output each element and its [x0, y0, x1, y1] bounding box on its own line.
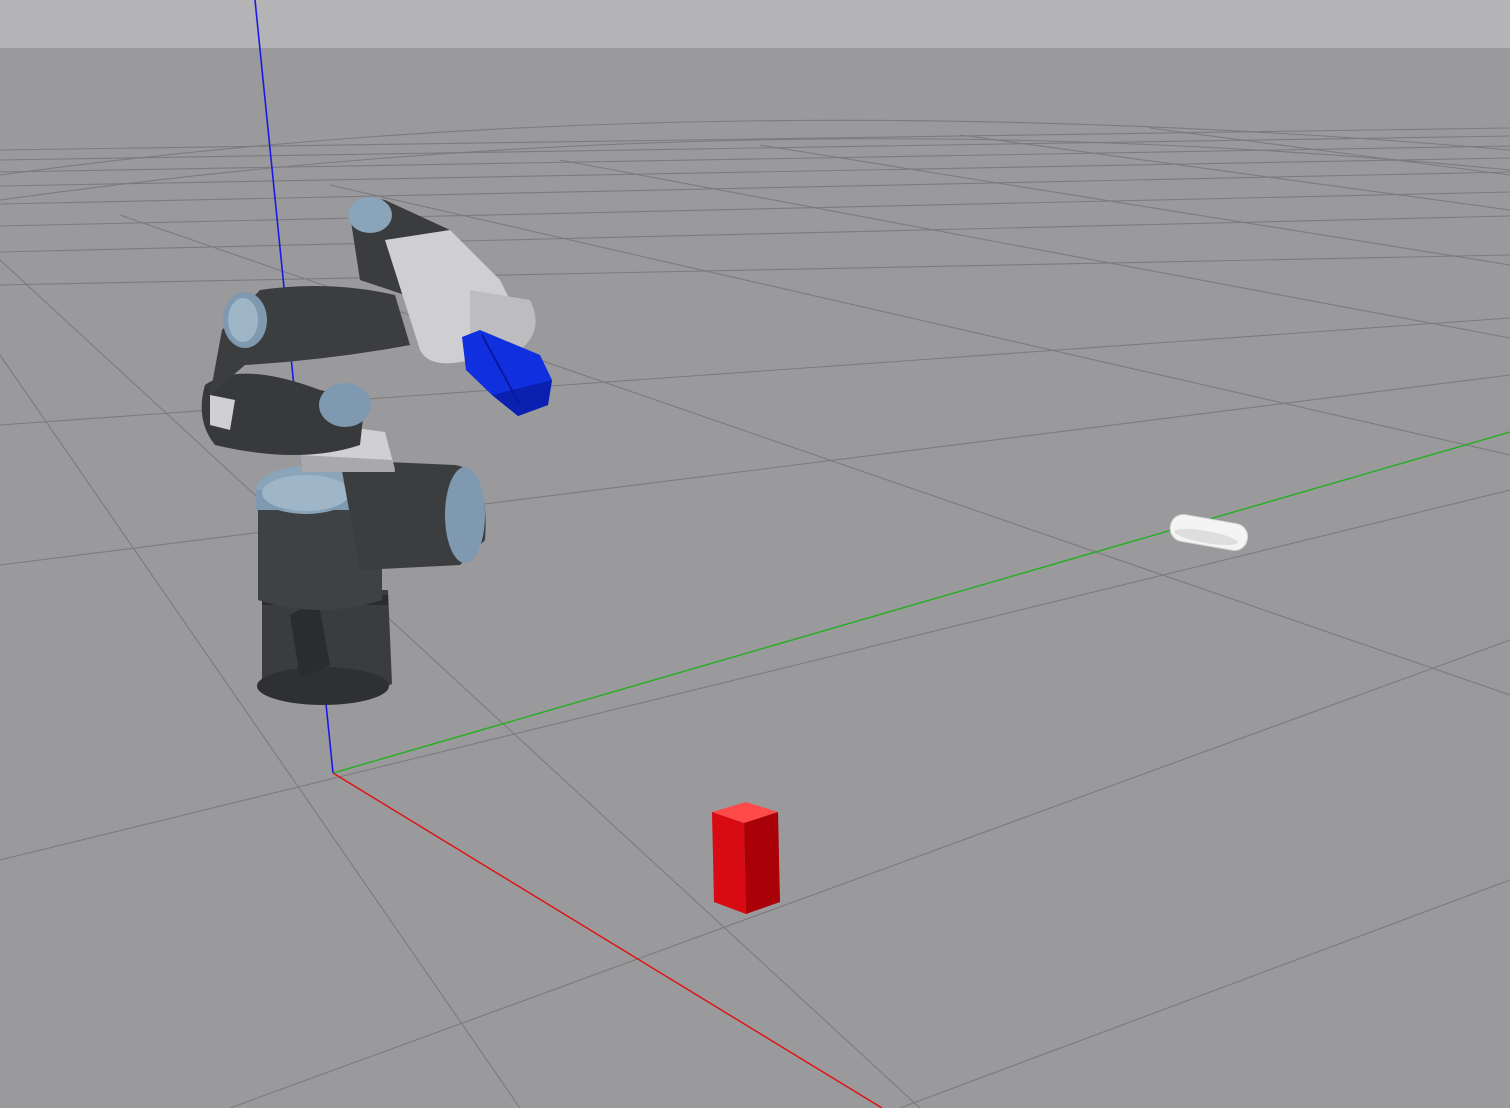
simulation-viewport[interactable] — [0, 0, 1510, 1108]
elbow-joint — [201, 373, 371, 455]
red-block[interactable] — [712, 802, 780, 914]
shoulder-lift — [340, 460, 486, 570]
ground-plane — [0, 48, 1510, 1108]
